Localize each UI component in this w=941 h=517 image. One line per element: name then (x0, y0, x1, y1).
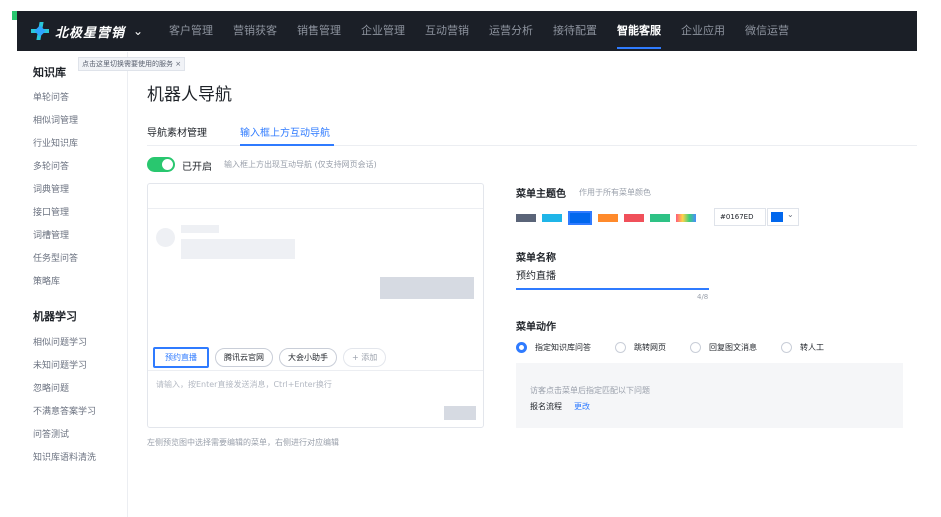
action-detail-box: 访客点击菜单后指定匹配以下问题 报名流程 更改 (516, 363, 903, 428)
radio-rich-reply[interactable]: 回复图文消息 (690, 342, 757, 353)
toggle-label: 已开启 (182, 162, 212, 173)
color-picker-dropdown[interactable]: ⌄ (767, 208, 799, 226)
avatar (156, 228, 175, 247)
radio-icon (781, 342, 792, 353)
hex-color-input[interactable]: #0167ED (714, 208, 766, 226)
nav-item-sales[interactable]: 销售管理 (287, 11, 351, 51)
sidebar-item-slots[interactable]: 词槽管理 (33, 228, 69, 241)
sidebar-item-qa-test[interactable]: 问答测试 (33, 427, 69, 440)
swatch-orange[interactable] (598, 214, 618, 222)
chevron-down-icon: ⌄ (133, 24, 144, 38)
chat-input[interactable]: 请输入，按Enter直接发送消息，Ctrl+Enter换行 (156, 379, 332, 390)
placeholder-message-bubble (181, 239, 295, 259)
sidebar-group-knowledge: 知识库 (33, 66, 66, 79)
radio-label: 回复图文消息 (709, 343, 757, 352)
sidebar-item-unknown-learning[interactable]: 未知问题学习 (33, 358, 87, 371)
sidebar-item-single-qa[interactable]: 单轮问答 (33, 90, 69, 103)
nav-chip-live[interactable]: 预约直播 (153, 347, 209, 368)
radio-kb-qa[interactable]: 指定知识库问答 (516, 342, 591, 353)
sidebar-item-industry-kb[interactable]: 行业知识库 (33, 136, 78, 149)
brand-name: 北极星营销 (55, 25, 126, 41)
sidebar-item-api[interactable]: 接口管理 (33, 205, 69, 218)
radio-human[interactable]: 转人工 (781, 342, 824, 353)
sidebar-item-strategy[interactable]: 策略库 (33, 274, 60, 287)
menu-name-label: 菜单名称 (516, 253, 556, 264)
main-nav: 客户管理 营销获客 销售管理 企业管理 互动营销 运营分析 接待配置 智能客服 … (159, 11, 799, 51)
sidebar: 知识库 点击这里切换需要使用的服务 × 单轮问答 相似词管理 行业知识库 多轮问… (24, 52, 186, 517)
nav-item-interactive[interactable]: 互动营销 (415, 11, 479, 51)
brand-switcher[interactable]: 北极星营销 ⌄ (17, 22, 159, 41)
matched-question: 报名流程 (530, 402, 562, 411)
nav-chip-assistant[interactable]: 大会小助手 (279, 348, 337, 367)
top-navigation-bar: 北极星营销 ⌄ 客户管理 营销获客 销售管理 企业管理 互动营销 运营分析 接待… (17, 11, 917, 51)
action-hint: 访客点击菜单后指定匹配以下问题 (530, 386, 650, 395)
sidebar-item-corpus-clean[interactable]: 知识库语料清洗 (33, 450, 96, 463)
tab-bar: 导航素材管理 输入框上方互动导航 (147, 124, 917, 146)
chat-preview: 预约直播 腾讯云官网 大会小助手 + 添加 请输入，按Enter直接发送消息，C… (147, 183, 484, 428)
radio-label: 指定知识库问答 (535, 343, 591, 352)
radio-icon (615, 342, 626, 353)
chevron-down-icon: ⌄ (787, 210, 794, 219)
sidebar-item-ignored[interactable]: 忽略问题 (33, 381, 69, 394)
sidebar-item-similar-learning[interactable]: 相似问题学习 (33, 335, 87, 348)
preview-header-divider (148, 208, 483, 209)
sidebar-item-multi-qa[interactable]: 多轮问答 (33, 159, 69, 172)
radio-label: 跳转网页 (634, 343, 666, 352)
nav-item-enterprise[interactable]: 企业管理 (351, 11, 415, 51)
nav-item-analytics[interactable]: 运营分析 (479, 11, 543, 51)
nav-chip-cloud[interactable]: 腾讯云官网 (215, 348, 273, 367)
radio-web-jump[interactable]: 跳转网页 (615, 342, 666, 353)
tab-input-nav[interactable]: 输入框上方互动导航 (240, 124, 330, 139)
add-chip-button[interactable]: + 添加 (343, 348, 387, 367)
placeholder-name-bar (181, 225, 219, 233)
action-radio-group: 指定知识库问答 跳转网页 回复图文消息 转人工 (516, 342, 848, 353)
sidebar-item-dictionary[interactable]: 词典管理 (33, 182, 69, 195)
color-swatches (516, 211, 702, 225)
swatch-cyan[interactable] (542, 214, 562, 222)
nav-item-reception[interactable]: 接待配置 (543, 11, 607, 51)
swatch-green[interactable] (650, 214, 670, 222)
change-link[interactable]: 更改 (574, 401, 590, 412)
theme-color-label: 菜单主题色 (516, 189, 566, 200)
placeholder-reply-bubble (380, 277, 474, 299)
enable-toggle[interactable] (147, 157, 175, 172)
menu-name-count: 4/8 (697, 293, 709, 301)
swatch-red[interactable] (624, 214, 644, 222)
nav-item-customer[interactable]: 客户管理 (159, 11, 223, 51)
swatch-slate[interactable] (516, 214, 536, 222)
service-switch-tooltip[interactable]: 点击这里切换需要使用的服务 × (78, 57, 186, 71)
sidebar-group-ml: 机器学习 (33, 310, 77, 323)
nav-item-wechat[interactable]: 微信运营 (735, 11, 799, 51)
toggle-hint: 输入框上方出现互动导航 (仅支持网页会话) (224, 160, 377, 169)
theme-color-hint: 作用于所有菜单颜色 (579, 188, 651, 197)
preview-hint: 左侧预览图中选择需要编辑的菜单，右侧进行对应编辑 (147, 438, 339, 447)
brand-logo-icon (31, 22, 49, 40)
active-tab-indicator (240, 144, 334, 146)
swatch-blue[interactable] (568, 211, 592, 225)
sidebar-item-synonyms[interactable]: 相似词管理 (33, 113, 78, 126)
sidebar-item-unsatisfied[interactable]: 不满意答案学习 (33, 404, 96, 417)
nav-item-apps[interactable]: 企业应用 (671, 11, 735, 51)
sidebar-item-task-qa[interactable]: 任务型问答 (33, 251, 78, 264)
nav-chip-list: 预约直播 腾讯云官网 大会小助手 + 添加 (153, 347, 392, 368)
color-preview (771, 212, 783, 222)
send-button[interactable] (444, 406, 476, 420)
menu-action-label: 菜单动作 (516, 322, 556, 333)
radio-icon (690, 342, 701, 353)
input-divider (148, 370, 483, 371)
toggle-knob (162, 159, 173, 170)
swatch-gradient[interactable] (676, 214, 696, 222)
radio-label: 转人工 (800, 343, 824, 352)
menu-name-input[interactable]: 预约直播 (516, 266, 709, 290)
radio-selected-icon (516, 342, 527, 353)
page-title: 机器人导航 (147, 85, 232, 105)
nav-item-acquisition[interactable]: 营销获客 (223, 11, 287, 51)
tab-material[interactable]: 导航素材管理 (147, 124, 207, 139)
nav-item-smart-service[interactable]: 智能客服 (607, 11, 671, 51)
